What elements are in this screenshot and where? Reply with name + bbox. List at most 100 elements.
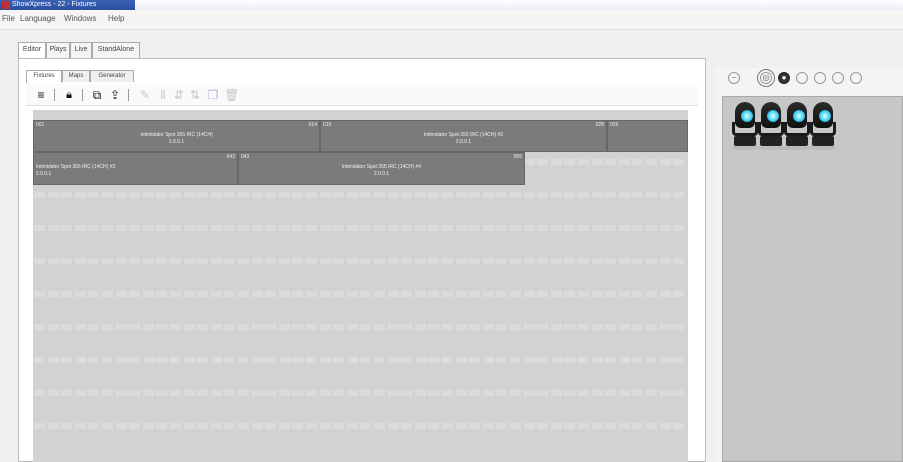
dmx-channel-cell[interactable]	[183, 357, 195, 363]
upload-icon[interactable]: ⇪	[108, 88, 122, 102]
dmx-channel-cell[interactable]	[102, 357, 113, 363]
dmx-channel-cell[interactable]	[115, 390, 127, 396]
dmx-channel-cell[interactable]	[387, 225, 399, 231]
moving-head-icon[interactable]	[758, 100, 784, 150]
dmx-channel-cell[interactable]	[333, 192, 345, 198]
dmx-channel-cell[interactable]	[496, 225, 508, 231]
dmx-channel-cell[interactable]	[374, 291, 385, 297]
dmx-channel-cell[interactable]	[401, 225, 413, 231]
dmx-channel-cell[interactable]	[428, 225, 440, 231]
dmx-channel-cell[interactable]	[360, 258, 372, 264]
dmx-channel-cell[interactable]	[333, 390, 345, 396]
circle-icon-2[interactable]	[814, 72, 826, 84]
dmx-channel-cell[interactable]	[523, 192, 535, 198]
dmx-channel-cell[interactable]	[591, 159, 603, 165]
dmx-channel-cell[interactable]	[496, 258, 508, 264]
dmx-channel-cell[interactable]	[578, 192, 589, 198]
dmx-channel-cell[interactable]	[564, 159, 576, 165]
dmx-channel-cell[interactable]	[333, 291, 345, 297]
dmx-channel-cell[interactable]	[224, 324, 236, 330]
dmx-channel-cell[interactable]	[442, 291, 453, 297]
dmx-channel-cell[interactable]	[47, 324, 59, 330]
dmx-channel-cell[interactable]	[360, 357, 372, 363]
dmx-channel-cell[interactable]	[550, 225, 562, 231]
dmx-channel-cell[interactable]	[428, 357, 440, 363]
dmx-channel-cell[interactable]	[496, 390, 508, 396]
dmx-channel-cell[interactable]	[251, 357, 263, 363]
dmx-channel-cell[interactable]	[306, 357, 317, 363]
moving-head-icon[interactable]	[810, 100, 836, 150]
dmx-channel-cell[interactable]	[115, 258, 127, 264]
dmx-channel-cell[interactable]	[88, 258, 100, 264]
dmx-channel-cell[interactable]	[496, 291, 508, 297]
dmx-channel-cell[interactable]	[442, 423, 453, 429]
dmx-channel-cell[interactable]	[401, 291, 413, 297]
dmx-channel-cell[interactable]	[510, 357, 521, 363]
dmx-channel-cell[interactable]	[659, 324, 671, 330]
dmx-channel-cell[interactable]	[605, 357, 617, 363]
dmx-channel-cell[interactable]	[47, 192, 59, 198]
dmx-channel-cell[interactable]	[142, 357, 154, 363]
dmx-channel-cell[interactable]	[510, 192, 521, 198]
dmx-channel-cell[interactable]	[632, 291, 644, 297]
dmx-channel-cell[interactable]	[224, 291, 236, 297]
dmx-channel-cell[interactable]	[442, 357, 453, 363]
dmx-channel-cell[interactable]	[496, 357, 508, 363]
dmx-channel-cell[interactable]	[115, 225, 127, 231]
dmx-channel-cell[interactable]	[292, 423, 304, 429]
dmx-channel-cell[interactable]	[346, 390, 358, 396]
dmx-channel-cell[interactable]	[319, 258, 331, 264]
dmx-channel-cell[interactable]	[61, 324, 73, 330]
dmx-channel-cell[interactable]	[129, 390, 141, 396]
dmx-channel-cell[interactable]	[346, 423, 358, 429]
dmx-channel-cell[interactable]	[578, 225, 589, 231]
dmx-channel-cell[interactable]	[673, 324, 685, 330]
dmx-channel-cell[interactable]	[414, 258, 426, 264]
dmx-channel-cell[interactable]	[102, 423, 113, 429]
dmx-channel-cell[interactable]	[238, 324, 249, 330]
dmx-channel-cell[interactable]	[482, 192, 494, 198]
dmx-channel-cell[interactable]	[578, 423, 589, 429]
dmx-channel-cell[interactable]	[564, 258, 576, 264]
dmx-channel-cell[interactable]	[306, 390, 317, 396]
dmx-channel-cell[interactable]	[537, 225, 549, 231]
dmx-channel-cell[interactable]	[646, 258, 657, 264]
dmx-channel-cell[interactable]	[183, 225, 195, 231]
dmx-channel-cell[interactable]	[156, 258, 168, 264]
dmx-channel-cell[interactable]	[129, 357, 141, 363]
dmx-channel-cell[interactable]	[632, 324, 644, 330]
dmx-channel-cell[interactable]	[523, 225, 535, 231]
dmx-channel-cell[interactable]	[374, 390, 385, 396]
dmx-channel-cell[interactable]	[496, 192, 508, 198]
dmx-channel-cell[interactable]	[523, 423, 535, 429]
dmx-channel-cell[interactable]	[632, 423, 644, 429]
dmx-channel-cell[interactable]	[170, 390, 181, 396]
dmx-channel-cell[interactable]	[197, 423, 209, 429]
dmx-channel-cell[interactable]	[659, 159, 671, 165]
dmx-channel-cell[interactable]	[115, 423, 127, 429]
dmx-channel-cell[interactable]	[88, 192, 100, 198]
dmx-channel-cell[interactable]	[88, 423, 100, 429]
dmx-channel-cell[interactable]	[210, 357, 222, 363]
dmx-channel-cell[interactable]	[102, 324, 113, 330]
circle-icon-4[interactable]	[850, 72, 862, 84]
dmx-channel-cell[interactable]	[34, 357, 45, 363]
dmx-channel-cell[interactable]	[74, 192, 86, 198]
dmx-channel-cell[interactable]	[265, 324, 277, 330]
dmx-channel-cell[interactable]	[360, 390, 372, 396]
dmx-channel-cell[interactable]	[74, 390, 86, 396]
dmx-channel-cell[interactable]	[251, 192, 263, 198]
dmx-channel-cell[interactable]	[197, 291, 209, 297]
dmx-channel-cell[interactable]	[142, 225, 154, 231]
dmx-channel-cell[interactable]	[333, 225, 345, 231]
dmx-channel-cell[interactable]	[319, 324, 331, 330]
tab-plays[interactable]: Plays	[46, 42, 70, 58]
dmx-channel-cell[interactable]	[618, 390, 630, 396]
delete-icon[interactable]: 🗑︎	[224, 88, 239, 102]
dmx-channel-cell[interactable]	[659, 357, 671, 363]
dmx-channel-cell[interactable]	[156, 225, 168, 231]
dmx-channel-cell[interactable]	[319, 423, 331, 429]
dmx-channel-cell[interactable]	[333, 324, 345, 330]
dmx-channel-cell[interactable]	[129, 258, 141, 264]
dmx-channel-cell[interactable]	[496, 324, 508, 330]
